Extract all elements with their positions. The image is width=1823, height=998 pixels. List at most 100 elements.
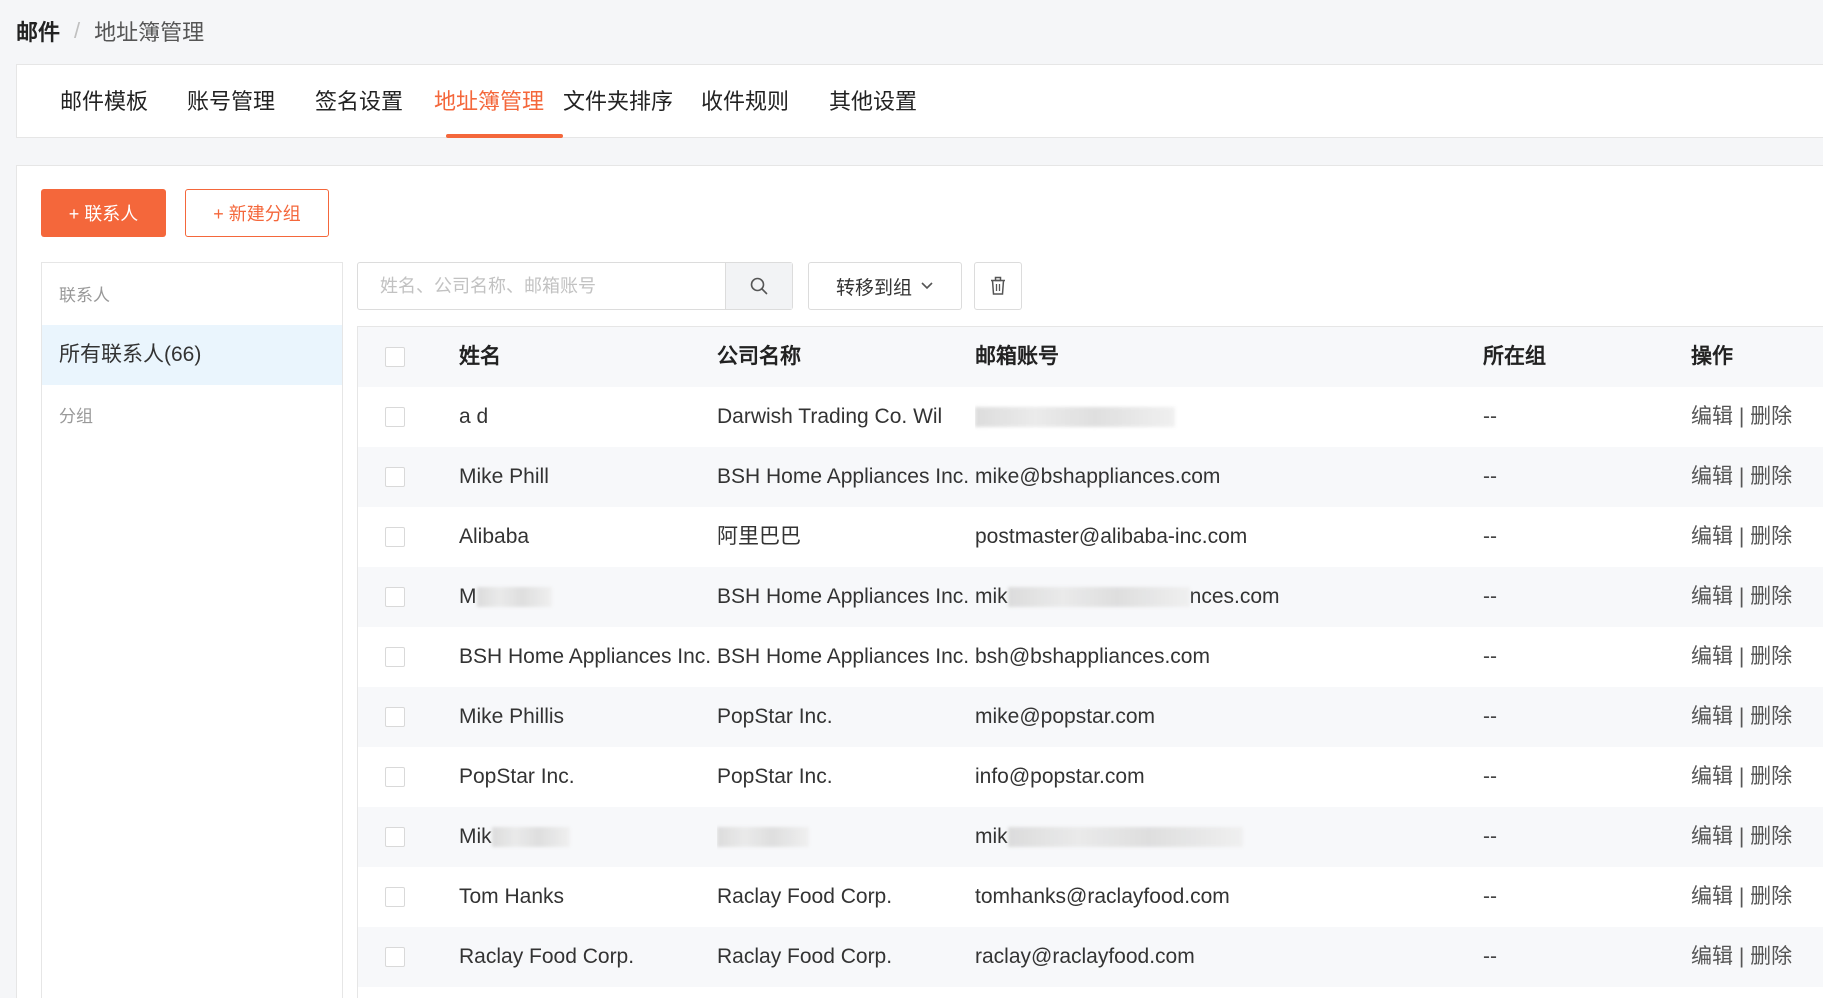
delete-link[interactable]: 删除 [1750, 405, 1792, 428]
tab-receive-rules[interactable]: 收件规则 [701, 65, 789, 139]
row-checkbox[interactable] [385, 707, 405, 727]
row-actions: 编辑 | 删除 [1691, 627, 1792, 687]
edit-link[interactable]: 编辑 [1691, 465, 1733, 488]
email-visible-part: mik [975, 825, 1008, 848]
select-all-checkbox[interactable] [385, 347, 405, 367]
active-tab-indicator [446, 134, 563, 138]
edit-link[interactable]: 编辑 [1691, 645, 1733, 668]
redacted-email [1007, 587, 1190, 608]
contact-company: Darwish Trading Co. Wil [717, 405, 943, 428]
breadcrumb-root[interactable]: 邮件 [16, 15, 60, 47]
row-checkbox[interactable] [385, 587, 405, 607]
tab-account-management[interactable]: 账号管理 [187, 65, 275, 139]
header-name: 姓名 [459, 345, 501, 368]
row-checkbox[interactable] [385, 947, 405, 967]
row-actions: 编辑 | 删除 [1691, 567, 1792, 627]
contact-name: Alibaba [459, 525, 530, 548]
edit-link[interactable]: 编辑 [1691, 405, 1733, 428]
delete-link[interactable]: 删除 [1750, 765, 1792, 788]
contact-name: Tom Hanks [459, 885, 565, 908]
redacted-email [1007, 827, 1243, 848]
contact-name: M [459, 567, 714, 627]
contact-company: BSH Home Appliances Inc. [717, 585, 970, 608]
groups-section-label: 分组 [59, 407, 93, 426]
delete-button[interactable] [974, 262, 1022, 310]
tab-mail-templates[interactable]: 邮件模板 [60, 65, 148, 139]
action-separator: | [1738, 885, 1745, 908]
contacts-table: 姓名 公司名称 邮箱账号 所在组 操作 a d Darwish Trading … [357, 326, 1823, 998]
tab-folder-sorting[interactable]: 文件夹排序 [563, 65, 673, 139]
contact-name: Raclay Food Corp. [459, 945, 635, 968]
edit-link[interactable]: 编辑 [1691, 885, 1733, 908]
contact-company: Raclay Food Corp. [717, 885, 893, 908]
contact-sidebar: 联系人 所有联系人(66) 分组 [41, 262, 343, 998]
contact-group: -- [1483, 585, 1497, 608]
table-row: Mik mik -- 编辑 | 删除 [358, 807, 1823, 867]
edit-link[interactable]: 编辑 [1691, 765, 1733, 788]
edit-link[interactable]: 编辑 [1691, 705, 1733, 728]
row-actions: 编辑 | 删除 [1691, 867, 1792, 927]
edit-link[interactable]: 编辑 [1691, 585, 1733, 608]
row-checkbox[interactable] [385, 827, 405, 847]
action-separator: | [1738, 585, 1745, 608]
contact-group: -- [1483, 945, 1497, 968]
delete-link[interactable]: 删除 [1750, 825, 1792, 848]
contact-name: Mike Phill [459, 465, 549, 488]
action-separator: | [1738, 645, 1745, 668]
tab-signature-settings[interactable]: 签名设置 [315, 65, 403, 139]
contact-email: mik [975, 807, 1425, 867]
table-row: Tom Hanks Raclay Food Corp. tomhanks@rac… [358, 867, 1823, 927]
action-separator: | [1738, 525, 1745, 548]
row-checkbox[interactable] [385, 887, 405, 907]
settings-tabs: 邮件模板 账号管理 签名设置 地址簿管理 文件夹排序 收件规则 其他设置 [16, 64, 1823, 138]
move-to-group-dropdown[interactable]: 转移到组 [808, 262, 962, 310]
redacted-company [717, 827, 809, 848]
delete-link[interactable]: 删除 [1750, 705, 1792, 728]
row-actions: 编辑 | 删除 [1691, 807, 1792, 867]
contact-email: info@popstar.com [975, 765, 1145, 788]
table-row: M BSH Home Appliances Inc. mik nces.com -… [358, 567, 1823, 627]
delete-link[interactable]: 删除 [1750, 465, 1792, 488]
table-row: PopStar Inc. PopStar Inc. info@popstar.c… [358, 747, 1823, 807]
contact-name: PopStar Inc. [459, 765, 575, 788]
delete-link[interactable]: 删除 [1750, 585, 1792, 608]
contact-email: mik nces.com [975, 567, 1425, 627]
tab-other-settings[interactable]: 其他设置 [829, 65, 917, 139]
delete-link[interactable]: 删除 [1750, 525, 1792, 548]
row-actions: 编辑 | 删除 [1691, 507, 1792, 567]
add-contact-button[interactable]: + 联系人 [41, 189, 166, 237]
search-box [357, 262, 793, 310]
search-input[interactable] [358, 263, 724, 309]
delete-link[interactable]: 删除 [1750, 645, 1792, 668]
search-button[interactable] [725, 263, 792, 309]
contact-company: Raclay Food Corp. [717, 945, 893, 968]
contact-company: PopStar Inc. [717, 705, 833, 728]
contact-group: -- [1483, 765, 1497, 788]
header-email: 邮箱账号 [975, 345, 1059, 368]
row-actions: 编辑 | 删除 [1691, 387, 1792, 447]
contacts-section-label: 联系人 [59, 286, 110, 305]
table-row: Mike Phillis PopStar Inc. mike@popstar.c… [358, 687, 1823, 747]
table-row: a d Darwish Trading Co. Wil -- 编辑 | 删除 [358, 387, 1823, 447]
contact-name: BSH Home Appliances Inc. [459, 645, 712, 668]
edit-link[interactable]: 编辑 [1691, 825, 1733, 848]
contact-email [975, 387, 1425, 447]
row-checkbox[interactable] [385, 767, 405, 787]
row-checkbox[interactable] [385, 647, 405, 667]
table-header: 姓名 公司名称 邮箱账号 所在组 操作 [358, 327, 1823, 387]
contact-email: bsh@bshappliances.com [975, 645, 1210, 668]
tab-address-book[interactable]: 地址簿管理 [434, 65, 544, 139]
address-book-panel: + 联系人 + 新建分组 联系人 所有联系人(66) 分组 转移到组 [16, 165, 1823, 998]
row-checkbox[interactable] [385, 407, 405, 427]
sidebar-item-all-contacts[interactable]: 所有联系人(66) [42, 325, 342, 385]
delete-link[interactable]: 删除 [1750, 885, 1792, 908]
row-checkbox[interactable] [385, 467, 405, 487]
delete-link[interactable]: 删除 [1750, 945, 1792, 968]
edit-link[interactable]: 编辑 [1691, 945, 1733, 968]
contact-group: -- [1483, 465, 1497, 488]
email-visible-tail: nces.com [1189, 585, 1280, 608]
row-checkbox[interactable] [385, 527, 405, 547]
action-separator: | [1738, 945, 1745, 968]
new-group-button[interactable]: + 新建分组 [185, 189, 329, 237]
edit-link[interactable]: 编辑 [1691, 525, 1733, 548]
